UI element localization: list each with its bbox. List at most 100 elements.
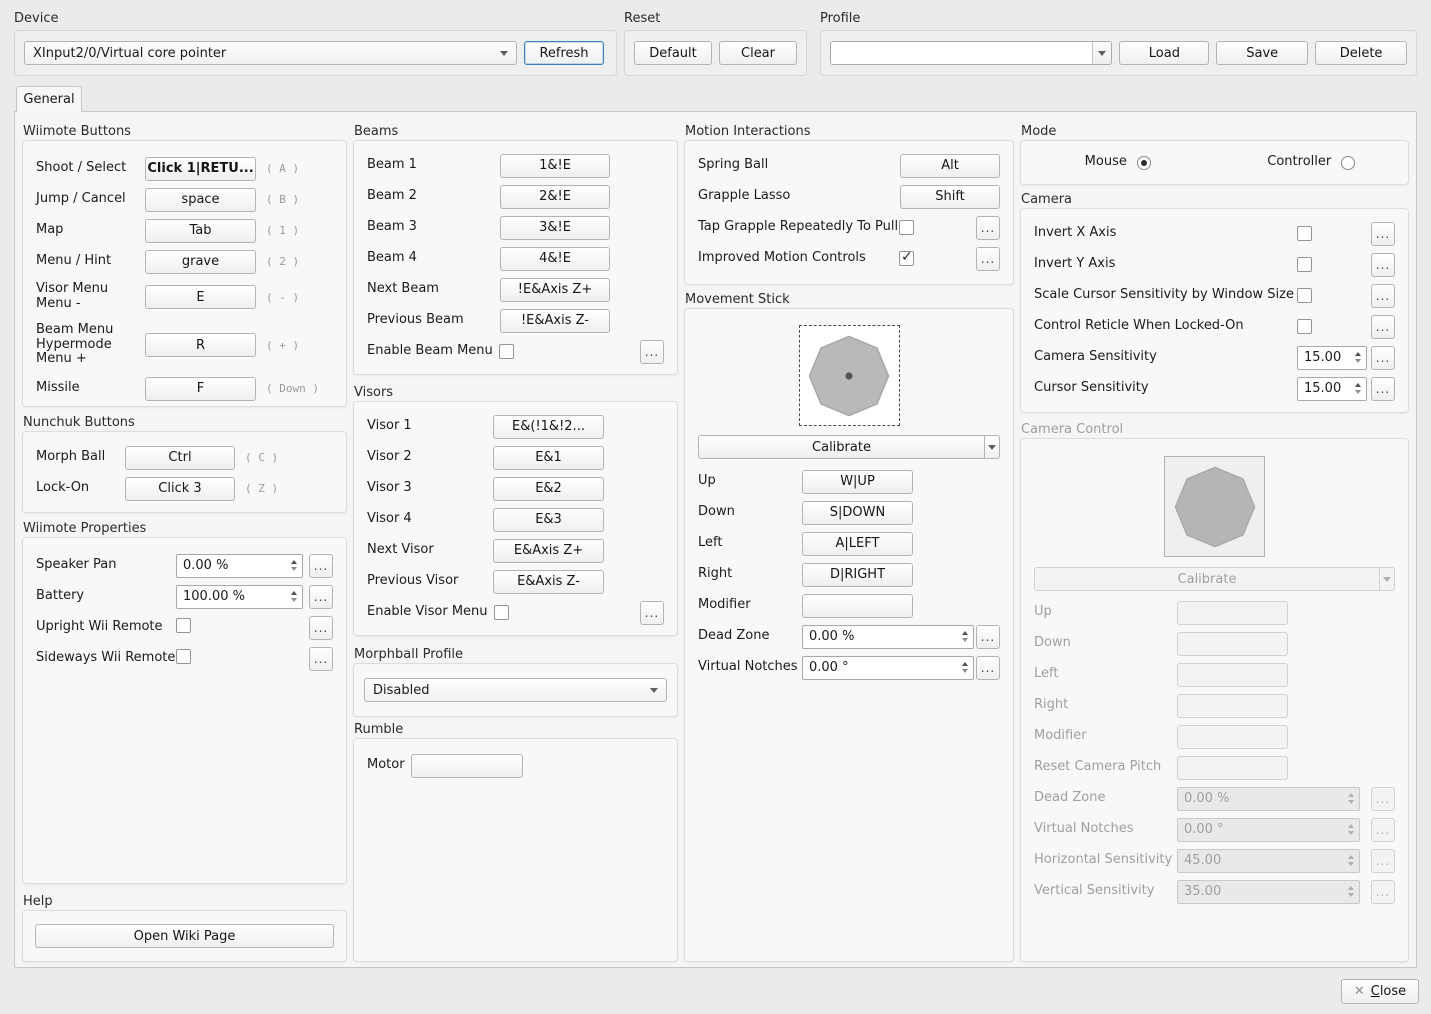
visor-2-mapping-button[interactable]: E&1 <box>493 446 604 470</box>
speaker-pan-spinbox[interactable]: 0.00 % <box>176 554 303 578</box>
invert-y-axis-checkbox[interactable] <box>1297 257 1312 272</box>
beam-3-mapping-button[interactable]: 3&!E <box>500 216 610 240</box>
missile-mapping-button[interactable]: F <box>145 377 256 401</box>
camera-modifier-mapping-button[interactable] <box>1177 725 1288 749</box>
stick-dead-zone-spinbox[interactable]: 0.00 % <box>802 625 974 649</box>
lock-on-mapping-button[interactable]: Click 3 <box>125 477 235 501</box>
movement-calibrate-dropdown-button[interactable] <box>985 435 1000 459</box>
camera-right-mapping-button[interactable] <box>1177 694 1288 718</box>
beam-2-mapping-button[interactable]: 2&!E <box>500 185 610 209</box>
camera-down-mapping-button[interactable] <box>1177 632 1288 656</box>
spin-arrows-icon[interactable] <box>286 555 302 577</box>
upright-advanced-button[interactable]: ... <box>309 616 333 640</box>
default-button[interactable]: Default <box>634 41 712 65</box>
stick-right-mapping-button[interactable]: D|RIGHT <box>802 563 913 587</box>
cursor-sensitivity-spinbox[interactable]: 15.00 <box>1297 377 1367 401</box>
mode-option-controller[interactable]: Controller <box>1215 155 1409 170</box>
tap-grapple-checkbox[interactable] <box>899 220 914 235</box>
spin-arrows-icon[interactable] <box>1350 378 1366 400</box>
beam-menu-mapping-button[interactable]: R <box>145 333 256 357</box>
stick-modifier-mapping-button[interactable] <box>802 594 913 618</box>
next-visor-mapping-button[interactable]: E&Axis Z+ <box>493 539 604 563</box>
mode-controller-radio[interactable] <box>1341 156 1355 170</box>
spring-ball-mapping-button[interactable]: Alt <box>900 154 1000 178</box>
profile-combobox[interactable] <box>830 41 1112 65</box>
previous-visor-mapping-button[interactable]: E&Axis Z- <box>493 570 604 594</box>
beam-4-mapping-button[interactable]: 4&!E <box>500 247 610 271</box>
stick-virtual-notches-advanced-button[interactable]: ... <box>976 656 1000 680</box>
stick-down-mapping-button[interactable]: S|DOWN <box>802 501 913 525</box>
upright-wii-remote-checkbox[interactable] <box>176 618 191 633</box>
stick-up-mapping-button[interactable]: W|UP <box>802 470 913 494</box>
stick-dead-zone-advanced-button[interactable]: ... <box>976 625 1000 649</box>
sideways-wii-remote-checkbox[interactable] <box>176 649 191 664</box>
next-beam-mapping-button[interactable]: !E&Axis Z+ <box>500 278 610 302</box>
enable-visor-menu-advanced-button[interactable]: ... <box>640 601 664 625</box>
spin-arrows-icon[interactable] <box>1343 788 1359 810</box>
open-wiki-page-button[interactable]: Open Wiki Page <box>35 924 334 948</box>
invert-x-axis-checkbox[interactable] <box>1297 226 1312 241</box>
camera-dead-zone-advanced-button[interactable]: ... <box>1371 787 1395 811</box>
previous-beam-mapping-button[interactable]: !E&Axis Z- <box>500 309 610 333</box>
camera-sensitivity-advanced-button[interactable]: ... <box>1371 346 1395 370</box>
vertical-sensitivity-spinbox[interactable]: 35.00 <box>1177 880 1360 904</box>
cursor-sensitivity-advanced-button[interactable]: ... <box>1371 377 1395 401</box>
spin-arrows-icon[interactable] <box>286 586 302 608</box>
visor-1-mapping-button[interactable]: E&(!1&!2... <box>493 415 604 439</box>
grapple-lasso-mapping-button[interactable]: Shift <box>900 185 1000 209</box>
morphball-profile-combobox[interactable]: Disabled <box>364 678 667 702</box>
refresh-button[interactable]: Refresh <box>524 41 604 65</box>
camera-calibrate-button[interactable]: Calibrate <box>1034 567 1380 591</box>
motor-mapping-button[interactable] <box>411 754 523 778</box>
morph-ball-mapping-button[interactable]: Ctrl <box>125 446 235 470</box>
camera-virtual-notches-spinbox[interactable]: 0.00 ° <box>1177 818 1360 842</box>
spin-arrows-icon[interactable] <box>957 657 973 679</box>
invert-x-advanced-button[interactable]: ... <box>1371 222 1395 246</box>
improved-motion-controls-checkbox[interactable] <box>899 251 914 266</box>
camera-up-mapping-button[interactable] <box>1177 601 1288 625</box>
enable-beam-menu-checkbox[interactable] <box>499 344 514 359</box>
tab-general[interactable]: General <box>16 86 82 112</box>
control-reticle-checkbox[interactable] <box>1297 319 1312 334</box>
spin-arrows-icon[interactable] <box>957 626 973 648</box>
device-combobox[interactable]: XInput2/0/Virtual core pointer <box>24 41 517 65</box>
battery-advanced-button[interactable]: ... <box>309 585 333 609</box>
visor-4-mapping-button[interactable]: E&3 <box>493 508 604 532</box>
beam-1-mapping-button[interactable]: 1&!E <box>500 154 610 178</box>
visor-3-mapping-button[interactable]: E&2 <box>493 477 604 501</box>
scale-cursor-sensitivity-checkbox[interactable] <box>1297 288 1312 303</box>
delete-button[interactable]: Delete <box>1315 41 1407 65</box>
camera-left-mapping-button[interactable] <box>1177 663 1288 687</box>
stick-left-mapping-button[interactable]: A|LEFT <box>802 532 913 556</box>
camera-virtual-notches-advanced-button[interactable]: ... <box>1371 818 1395 842</box>
stick-virtual-notches-spinbox[interactable]: 0.00 ° <box>802 656 974 680</box>
load-button[interactable]: Load <box>1119 41 1209 65</box>
control-reticle-advanced-button[interactable]: ... <box>1371 315 1395 339</box>
mode-option-mouse[interactable]: Mouse <box>1021 155 1215 170</box>
reset-camera-pitch-mapping-button[interactable] <box>1177 756 1288 780</box>
horizontal-sensitivity-advanced-button[interactable]: ... <box>1371 849 1395 873</box>
visor-menu-mapping-button[interactable]: E <box>145 285 256 309</box>
speaker-pan-advanced-button[interactable]: ... <box>309 554 333 578</box>
shoot-select-mapping-button[interactable]: Click 1|RETU... <box>145 157 256 181</box>
clear-button[interactable]: Clear <box>719 41 797 65</box>
movement-calibrate-button[interactable]: Calibrate <box>698 435 985 459</box>
save-button[interactable]: Save <box>1216 41 1308 65</box>
invert-y-advanced-button[interactable]: ... <box>1371 253 1395 277</box>
spin-arrows-icon[interactable] <box>1350 347 1366 369</box>
close-button[interactable]: ✕ Close <box>1341 979 1419 1004</box>
mode-mouse-radio[interactable] <box>1137 156 1151 170</box>
enable-visor-menu-checkbox[interactable] <box>494 605 509 620</box>
scale-cursor-advanced-button[interactable]: ... <box>1371 284 1395 308</box>
enable-beam-menu-advanced-button[interactable]: ... <box>640 340 664 364</box>
jump-cancel-mapping-button[interactable]: space <box>145 188 256 212</box>
battery-spinbox[interactable]: 100.00 % <box>176 585 303 609</box>
spin-arrows-icon[interactable] <box>1343 850 1359 872</box>
tap-grapple-advanced-button[interactable]: ... <box>976 216 1000 240</box>
menu-hint-mapping-button[interactable]: grave <box>145 250 256 274</box>
camera-sensitivity-spinbox[interactable]: 15.00 <box>1297 346 1367 370</box>
vertical-sensitivity-advanced-button[interactable]: ... <box>1371 880 1395 904</box>
spin-arrows-icon[interactable] <box>1343 881 1359 903</box>
camera-dead-zone-spinbox[interactable]: 0.00 % <box>1177 787 1360 811</box>
sideways-advanced-button[interactable]: ... <box>309 647 333 671</box>
